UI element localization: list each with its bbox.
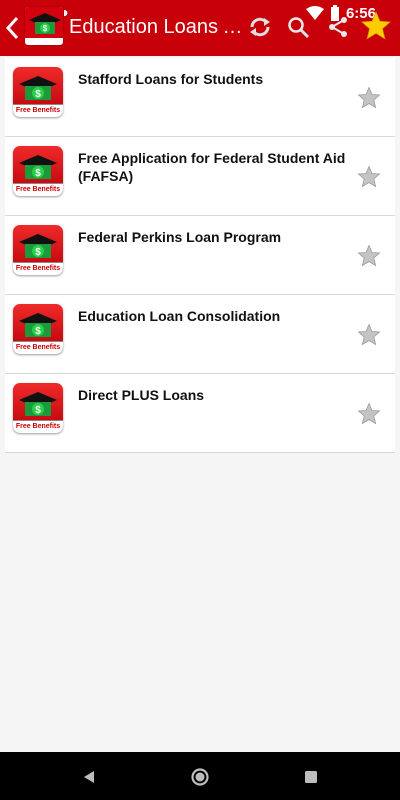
nav-home-button[interactable] — [189, 766, 211, 788]
list-item[interactable]: $ Free Benefits Federal Perkins Loan Pro… — [5, 216, 395, 295]
search-icon — [288, 17, 310, 39]
icon-caption: Free Benefits — [15, 344, 61, 351]
icon-caption: Free Benefits — [15, 186, 61, 193]
graduation-cap-icon: $ — [25, 7, 63, 45]
list-item[interactable]: $ Free Benefits Education Loan Consolida… — [5, 295, 395, 374]
free-benefits-icon: $ Free Benefits — [13, 225, 63, 275]
share-icon — [329, 17, 347, 37]
favorite-star-icon[interactable] — [357, 86, 381, 110]
svg-text:$: $ — [35, 89, 41, 100]
free-benefits-icon: $ Free Benefits — [13, 304, 63, 354]
refresh-button[interactable] — [245, 12, 275, 42]
system-nav-bar — [0, 752, 400, 800]
list-item-label: Federal Perkins Loan Program — [78, 229, 282, 245]
search-button[interactable] — [283, 12, 313, 42]
svg-text:$: $ — [35, 405, 41, 416]
icon-caption: Free Benefits — [15, 423, 61, 430]
svg-text:$: $ — [35, 247, 41, 258]
share-button[interactable] — [323, 12, 353, 42]
page-title: Education Loans A... — [69, 16, 247, 38]
favorite-star-icon[interactable] — [357, 402, 381, 426]
icon-caption: Free Benefits — [15, 265, 61, 272]
free-benefits-icon: $ Free Benefits — [13, 146, 63, 196]
chevron-left-icon — [5, 16, 19, 40]
list-item-label: Stafford Loans for Students — [78, 71, 264, 87]
list-item[interactable]: $ Free Benefits Direct PLUS Loans — [5, 374, 395, 453]
app-logo: $ — [24, 6, 64, 46]
free-benefits-icon: $ Free Benefits — [13, 383, 63, 433]
free-benefits-icon: $ Free Benefits — [13, 67, 63, 117]
favorites-button[interactable] — [358, 8, 394, 44]
loan-list: $ Free Benefits Stafford Loans for Stude… — [5, 58, 395, 453]
back-button[interactable] — [2, 10, 22, 46]
home-circle-icon — [191, 768, 209, 786]
nav-recents-button[interactable] — [300, 766, 322, 788]
list-item-label: Free Application for Federal Student Aid… — [78, 150, 346, 184]
refresh-icon — [250, 17, 270, 37]
recents-square-icon — [305, 771, 317, 783]
list-item[interactable]: $ Free Benefits Stafford Loans for Stude… — [5, 58, 395, 137]
list-item-label: Education Loan Consolidation — [78, 308, 281, 324]
icon-caption: Free Benefits — [15, 107, 61, 114]
svg-text:$: $ — [35, 326, 41, 337]
favorite-star-icon[interactable] — [357, 165, 381, 189]
star-icon — [361, 10, 391, 40]
svg-text:$: $ — [43, 24, 48, 33]
app-bar: ⚙ ▮ ● 6:56 $ Education Loans A... — [0, 0, 400, 56]
list-item-label: Direct PLUS Loans — [78, 387, 205, 403]
back-triangle-icon — [84, 771, 94, 783]
favorite-star-icon[interactable] — [357, 244, 381, 268]
nav-back-button[interactable] — [78, 766, 100, 788]
favorite-star-icon[interactable] — [357, 323, 381, 347]
svg-text:$: $ — [35, 168, 41, 179]
list-item[interactable]: $ Free Benefits Free Application for Fed… — [5, 137, 395, 216]
